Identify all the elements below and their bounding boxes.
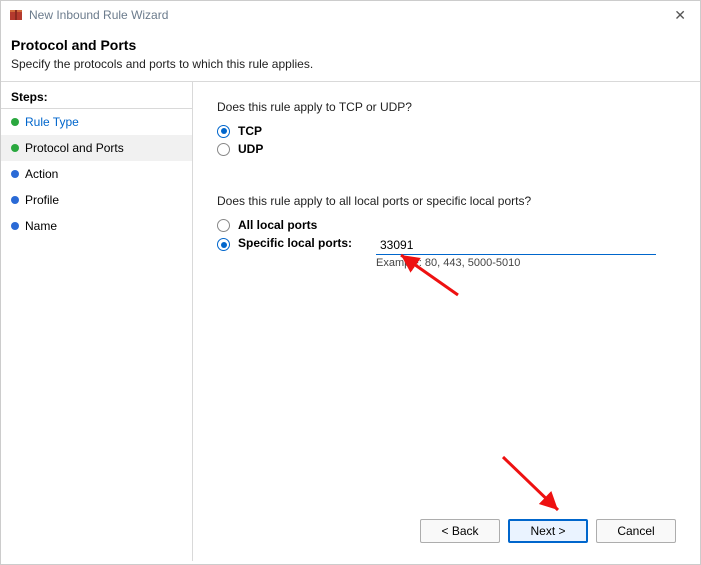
close-icon[interactable]: ✕ [668,5,692,26]
next-button[interactable]: Next > [508,519,588,543]
step-action[interactable]: Action [1,161,192,187]
question-protocol: Does this rule apply to TCP or UDP? [217,100,676,114]
step-rule-type[interactable]: Rule Type [1,109,192,135]
radio-icon [217,219,230,232]
specific-ports-input[interactable] [376,236,656,255]
radio-specific-ports-label: Specific local ports: [238,236,368,250]
step-label: Rule Type [25,115,79,129]
radio-tcp-label: TCP [238,124,262,138]
question-ports: Does this rule apply to all local ports … [217,194,676,208]
step-label: Name [25,219,57,233]
step-bullet-icon [11,144,19,152]
step-bullet-icon [11,170,19,178]
step-label: Action [25,167,58,181]
radio-icon [217,143,230,156]
cancel-button[interactable]: Cancel [596,519,676,543]
radio-tcp[interactable]: TCP [217,124,676,138]
wizard-buttons: < Back Next > Cancel [420,519,676,543]
step-bullet-icon [11,118,19,126]
steps-label: Steps: [1,86,192,109]
back-button[interactable]: < Back [420,519,500,543]
step-label: Profile [25,193,59,207]
radio-udp[interactable]: UDP [217,142,676,156]
steps-sidebar: Steps: Rule Type Protocol and Ports Acti… [1,82,193,561]
step-name[interactable]: Name [1,213,192,239]
radio-udp-label: UDP [238,142,263,156]
step-profile[interactable]: Profile [1,187,192,213]
radio-all-ports-label: All local ports [238,218,317,232]
step-protocol-ports[interactable]: Protocol and Ports [1,135,192,161]
step-bullet-icon [11,196,19,204]
radio-all-ports[interactable]: All local ports [217,218,676,232]
radio-specific-ports[interactable]: Specific local ports: Example: 80, 443, … [217,236,676,269]
annotation-arrow-icon [498,452,568,517]
window-title: New Inbound Rule Wizard [29,8,168,22]
radio-icon [217,238,230,251]
step-bullet-icon [11,222,19,230]
page-title: Protocol and Ports [11,37,688,53]
firewall-icon [9,7,23,24]
page-subtitle: Specify the protocols and ports to which… [11,57,688,71]
titlebar: New Inbound Rule Wizard ✕ [1,1,700,29]
header: Protocol and Ports Specify the protocols… [1,29,700,81]
ports-example-text: Example: 80, 443, 5000-5010 [376,257,656,269]
main-panel: Does this rule apply to TCP or UDP? TCP … [193,82,700,561]
radio-icon [217,125,230,138]
step-label: Protocol and Ports [25,141,124,155]
